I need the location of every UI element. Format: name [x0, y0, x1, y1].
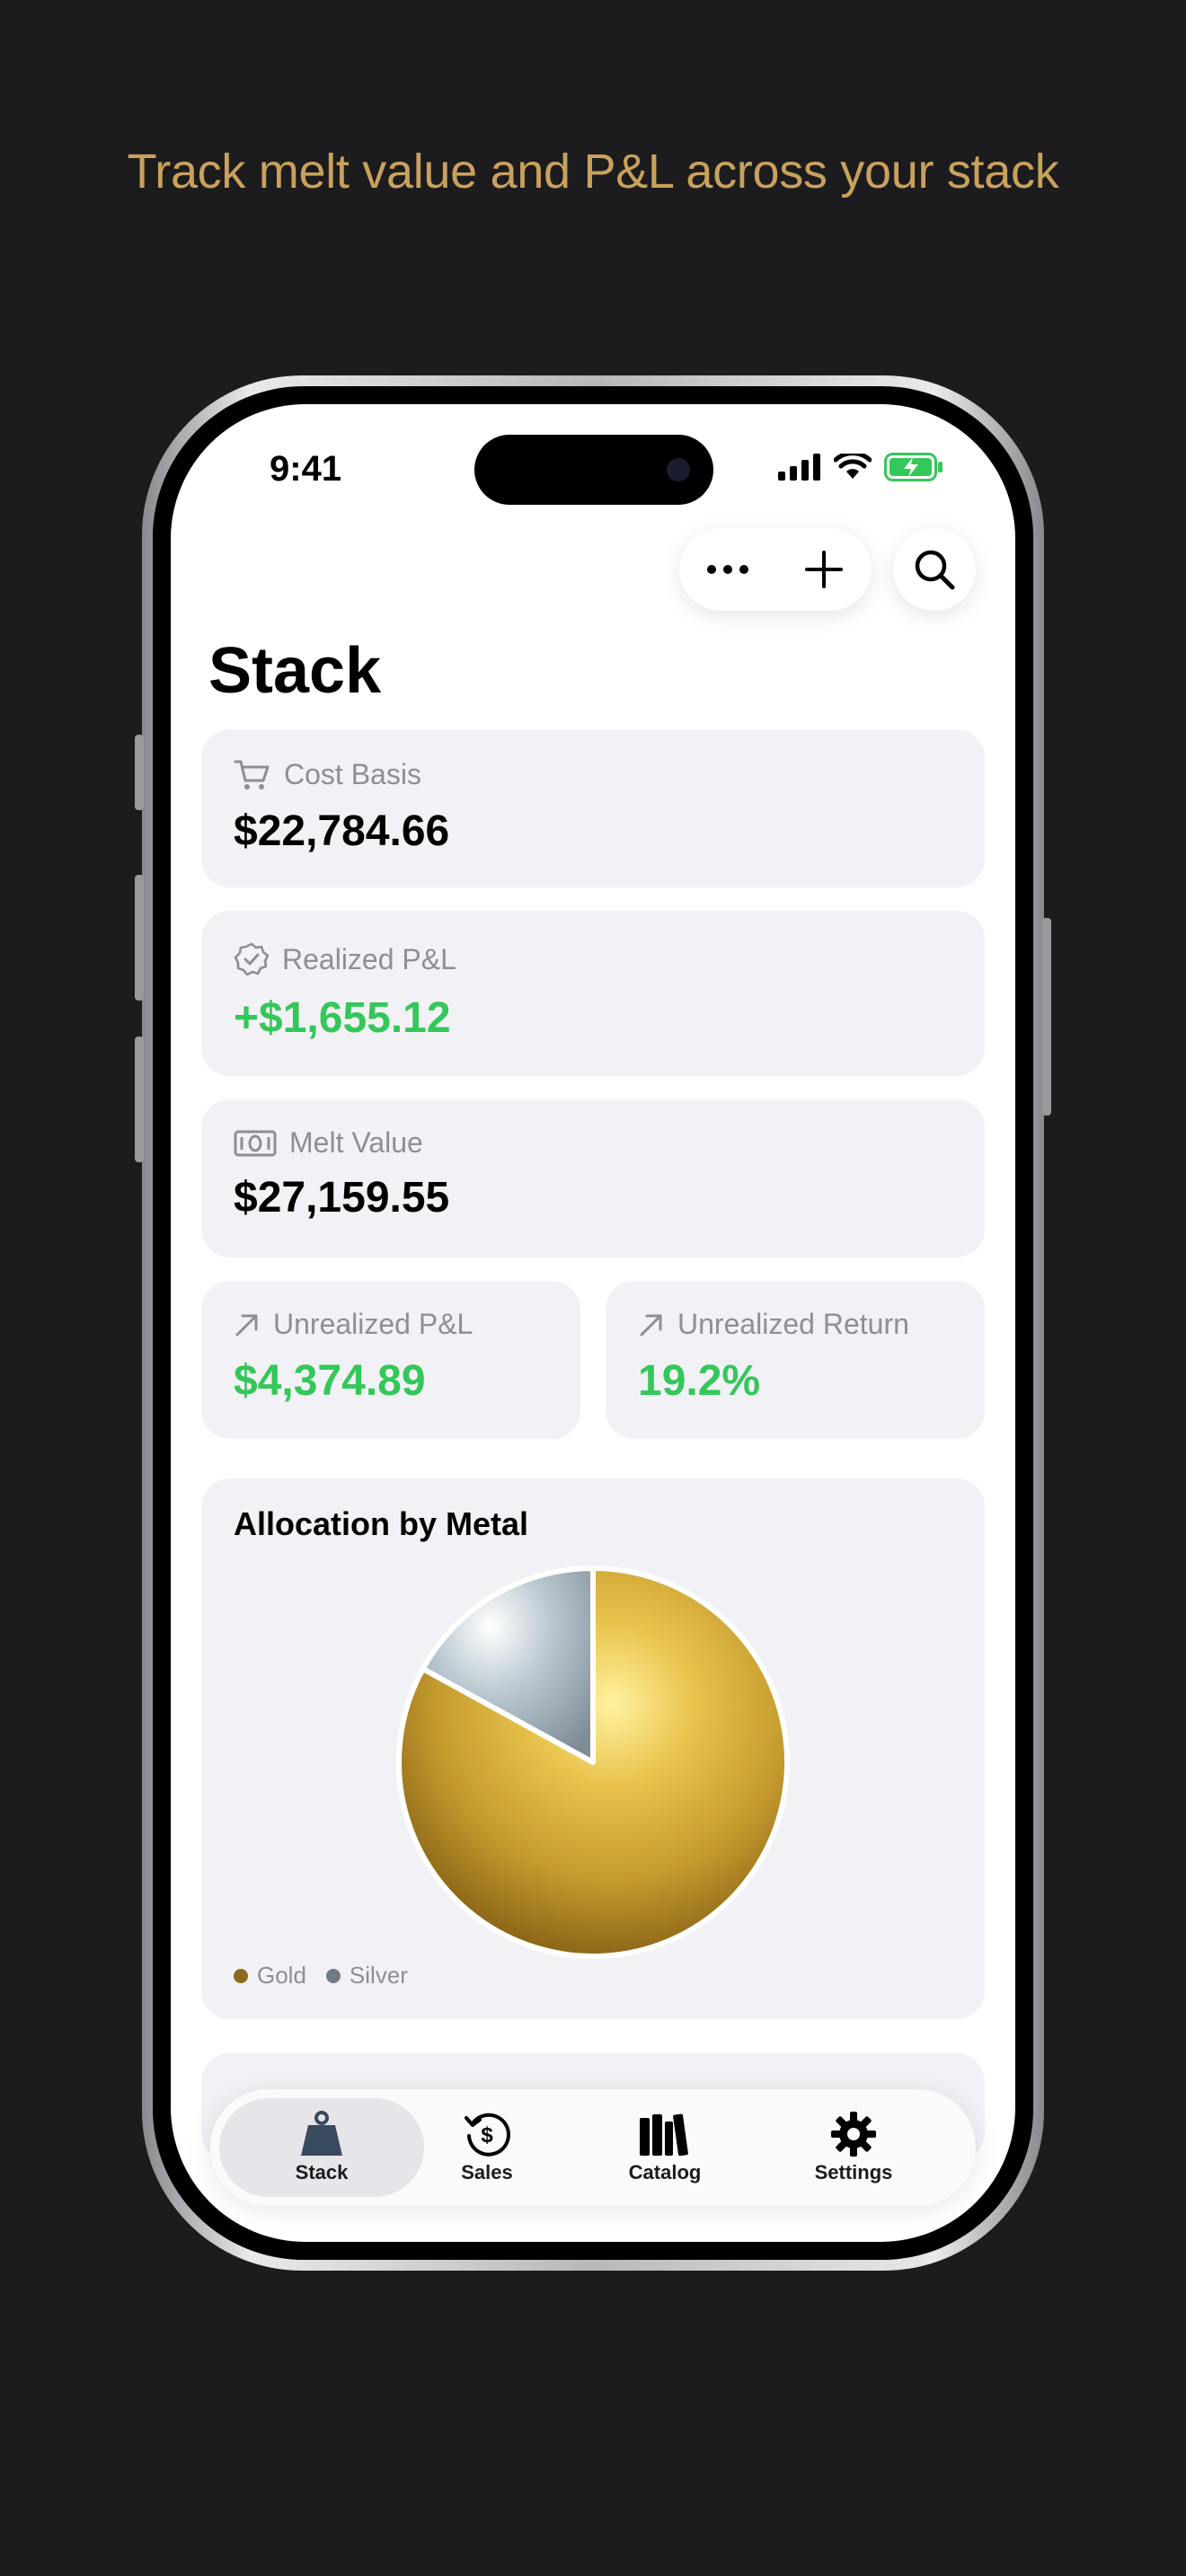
tab-stack-label: Stack [295, 2161, 349, 2183]
melt-value-value: $27,159.55 [234, 1174, 450, 1222]
dollar-refresh-icon: $ [465, 2113, 510, 2157]
tab-sales-label: Sales [461, 2161, 513, 2183]
tab-stack[interactable]: Stack [219, 2098, 424, 2197]
toolbar-pill [679, 528, 872, 611]
search-icon [915, 550, 955, 590]
allocation-title: Allocation by Metal [234, 1505, 529, 1542]
melt-value-label: Melt Value [289, 1126, 423, 1159]
gold-swatch [234, 1968, 248, 1983]
legend-label-gold: Gold [257, 1962, 306, 1989]
action-button [135, 735, 144, 810]
allocation-legend: Gold Silver [234, 1962, 408, 1989]
unrealized-return-label: Unrealized Return [677, 1308, 909, 1340]
allocation-card: Allocation by Metal Gold Silver [201, 1478, 985, 2019]
svg-text:$: $ [481, 2123, 493, 2148]
weight-icon [301, 2111, 342, 2156]
unrealized-return-value: 19.2% [638, 1357, 761, 1405]
search-button[interactable] [893, 528, 976, 611]
ellipsis-icon [706, 565, 748, 574]
tab-settings-label: Settings [814, 2161, 893, 2183]
status-icons [778, 453, 943, 481]
plus-icon [804, 551, 843, 588]
realized-pl-value: +$1,655.12 [234, 994, 451, 1042]
app-screen: 9:41 Stack Cost Basis $22,784.66 Realize… [171, 404, 1015, 2242]
unrealized-pl-value: $4,374.89 [234, 1357, 426, 1405]
promo-headline: Track melt value and P&L across your sta… [127, 145, 1059, 198]
cellular-signal-icon [778, 454, 820, 481]
phone-frame: 9:41 Stack Cost Basis $22,784.66 Realize… [135, 375, 1051, 2271]
cart-icon [234, 760, 270, 790]
tab-catalog-label: Catalog [628, 2161, 702, 2183]
allocation-pie-chart[interactable] [395, 1565, 791, 1960]
arrow-up-right-icon [640, 1314, 662, 1336]
silver-swatch [325, 1968, 341, 1983]
battery-charging-icon [884, 453, 943, 481]
status-time: 9:41 [270, 449, 342, 489]
legend-item-silver: Silver [325, 1962, 408, 1989]
realized-pl-label: Realized P&L [282, 942, 456, 975]
dynamic-island [474, 435, 713, 505]
wifi-icon [834, 454, 872, 479]
seal-check-icon [234, 942, 270, 976]
tab-settings[interactable]: Settings [764, 2098, 943, 2197]
tab-sales[interactable]: $ Sales [410, 2098, 564, 2197]
cost-basis-card[interactable]: Cost Basis $22,784.66 [201, 729, 985, 887]
gear-icon [831, 2112, 876, 2157]
unrealized-pl-card[interactable]: Unrealized P&L $4,374.89 [201, 1281, 580, 1439]
tab-catalog[interactable]: Catalog [584, 2098, 746, 2197]
legend-item-gold: Gold [234, 1962, 306, 1989]
cost-basis-label: Cost Basis [284, 758, 421, 790]
banknote-icon [234, 1130, 277, 1156]
unrealized-return-card[interactable]: Unrealized Return 19.2% [606, 1281, 985, 1439]
volume-up-button [135, 875, 144, 1001]
more-button[interactable] [692, 534, 764, 605]
books-icon [640, 2113, 688, 2157]
realized-pl-card[interactable]: Realized P&L +$1,655.12 [201, 911, 985, 1076]
cost-basis-value: $22,784.66 [234, 807, 450, 855]
melt-value-card[interactable]: Melt Value $27,159.55 [201, 1099, 985, 1257]
tab-bar: Stack $ Sales Catalog Settings [210, 2089, 976, 2206]
volume-down-button [135, 1037, 144, 1162]
power-button [1042, 918, 1051, 1116]
legend-label-silver: Silver [349, 1962, 408, 1989]
unrealized-pl-label: Unrealized P&L [273, 1308, 474, 1340]
arrow-up-right-icon [235, 1314, 258, 1336]
add-button[interactable] [788, 534, 860, 605]
page-title: Stack [208, 635, 382, 707]
